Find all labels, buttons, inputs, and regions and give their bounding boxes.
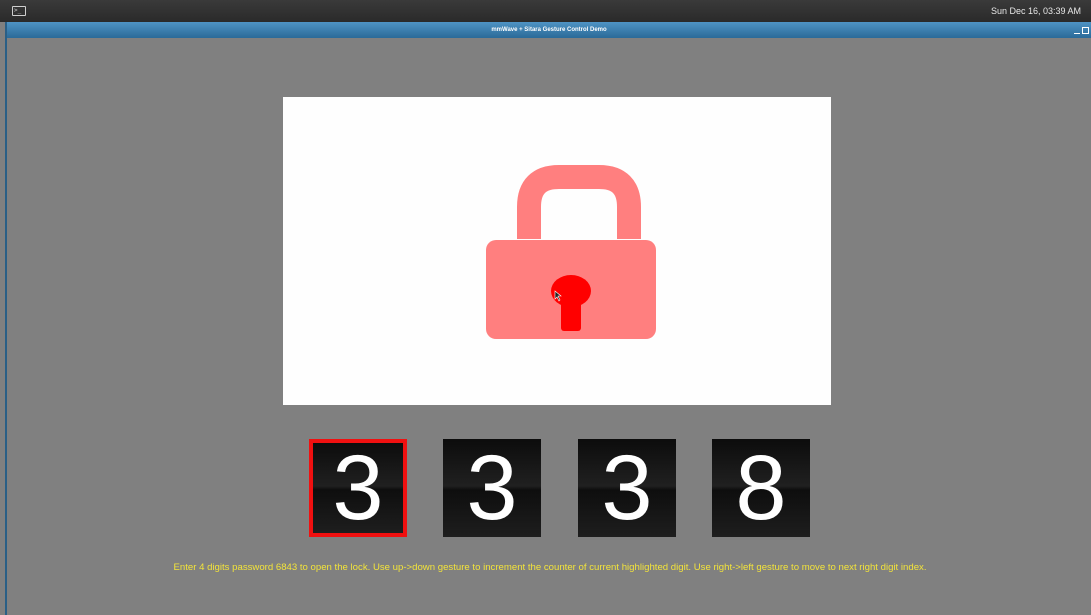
- padlock-icon: [486, 165, 656, 339]
- instruction-text: Enter 4 digits password 6843 to open the…: [173, 562, 927, 573]
- minimize-icon[interactable]: [1074, 32, 1080, 34]
- digit-2[interactable]: 3: [443, 439, 541, 537]
- keyhole-slot: [561, 297, 581, 331]
- window-controls: [1074, 25, 1089, 35]
- maximize-icon[interactable]: [1082, 26, 1089, 34]
- window-titlebar[interactable]: mmWave + Sitara Gesture Control Demo: [7, 22, 1091, 38]
- terminal-icon[interactable]: >_: [12, 6, 26, 16]
- clock[interactable]: Sun Dec 16, 03:39 AM: [991, 6, 1081, 16]
- desktop-top-panel: >_ Sun Dec 16, 03:39 AM: [0, 0, 1091, 22]
- window-title: mmWave + Sitara Gesture Control Demo: [491, 27, 607, 33]
- digit-3[interactable]: 3: [578, 439, 676, 537]
- lock-panel: [283, 97, 831, 405]
- digit-4[interactable]: 8: [712, 439, 810, 537]
- padlock-shackle: [517, 165, 641, 239]
- app-window: mmWave + Sitara Gesture Control Demo 3 3…: [5, 22, 1091, 615]
- digit-1[interactable]: 3: [309, 439, 407, 537]
